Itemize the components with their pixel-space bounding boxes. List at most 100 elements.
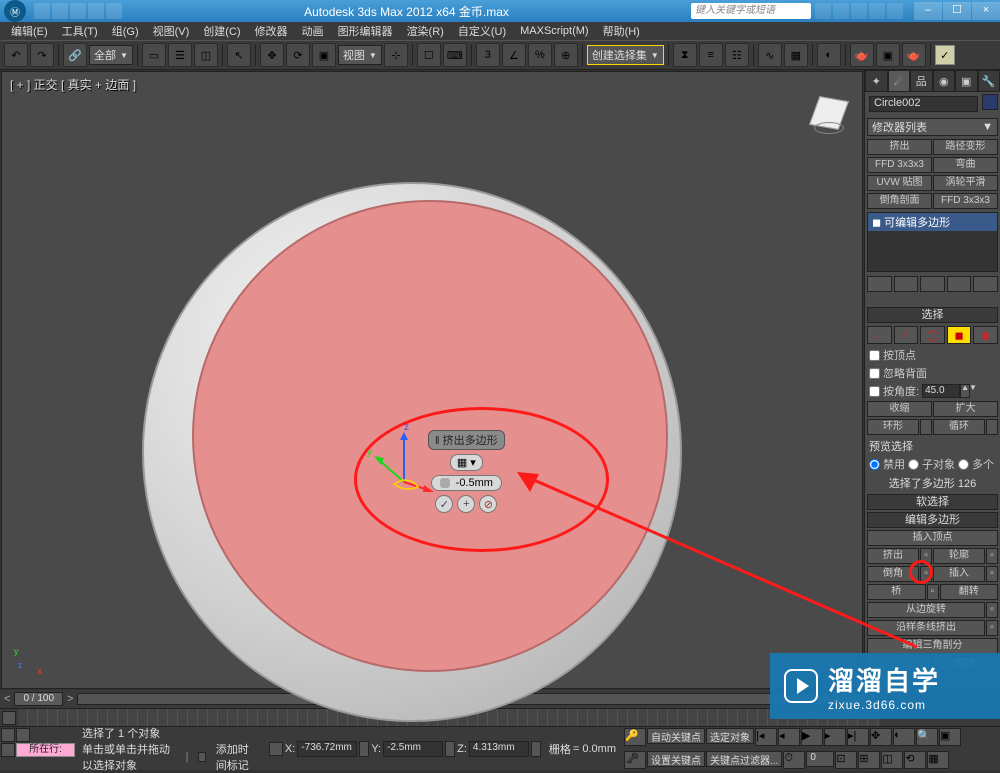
- modifier-stack[interactable]: ◼ 可编辑多边形: [867, 212, 998, 272]
- object-name-field[interactable]: Circle002: [869, 96, 978, 112]
- extrude-caddy[interactable]: ‖ 挤出多边形 ▦ ▾ -0.5mm ✓ + ⊘: [428, 430, 505, 513]
- maximize-button[interactable]: ☐: [943, 2, 971, 20]
- menu-graph[interactable]: 图形编辑器: [331, 23, 400, 39]
- flip-button[interactable]: 翻转: [940, 584, 999, 600]
- add-time-tag[interactable]: 添加时间标记: [216, 741, 259, 773]
- angle-snap[interactable]: ∠: [502, 43, 526, 67]
- nav-maxtoggle[interactable]: ▦: [927, 751, 949, 769]
- auto-key-button[interactable]: 自动关键点: [647, 728, 705, 744]
- infocenter-btn[interactable]: [815, 3, 831, 19]
- subobj-edge[interactable]: ⁄: [894, 326, 919, 344]
- hinge-button[interactable]: 从边旋转: [867, 602, 985, 618]
- render-setup[interactable]: 🫖: [850, 43, 874, 67]
- caddy-apply-button[interactable]: +: [457, 495, 475, 513]
- maxscript-mini[interactable]: [1, 728, 15, 742]
- align-button[interactable]: ≡: [699, 43, 723, 67]
- select-button[interactable]: ▭: [142, 43, 166, 67]
- z-field[interactable]: 4.313mm: [469, 741, 529, 757]
- goto-start[interactable]: |◂: [755, 728, 777, 746]
- modbtn-uvw[interactable]: UVW 贴图: [867, 175, 932, 191]
- modbtn-ffd2[interactable]: FFD 3x3x3: [933, 193, 998, 209]
- caddy-ok-button[interactable]: ✓: [435, 495, 453, 513]
- keyboard-button[interactable]: ⌨: [443, 43, 467, 67]
- edit-tri-button[interactable]: 编辑三角剖分: [867, 638, 998, 654]
- bevel-settings-button[interactable]: ▫: [920, 566, 932, 582]
- menu-maxscript[interactable]: MAXScript(M): [513, 25, 595, 37]
- menu-help[interactable]: 帮助(H): [596, 23, 647, 39]
- menu-create[interactable]: 创建(C): [196, 23, 247, 39]
- tab-create[interactable]: ✦: [865, 70, 888, 92]
- tab-modify[interactable]: ☄: [888, 70, 911, 92]
- modbtn-extrude[interactable]: 挤出: [867, 139, 932, 155]
- rollout-editpoly[interactable]: 编辑多边形: [867, 512, 998, 528]
- bridge-button[interactable]: 桥: [867, 584, 926, 600]
- qat-btn[interactable]: [88, 3, 104, 19]
- tab-motion[interactable]: ◉: [933, 70, 956, 92]
- menu-animation[interactable]: 动画: [295, 23, 331, 39]
- move-tool[interactable]: ✥: [260, 43, 284, 67]
- extspline-settings-button[interactable]: ▫: [986, 620, 998, 636]
- percent-snap[interactable]: %: [528, 43, 552, 67]
- menu-edit[interactable]: 编辑(E): [4, 23, 55, 39]
- help-search[interactable]: 键入关键字或短语: [691, 3, 811, 19]
- ref-coord-system[interactable]: 视图▼: [338, 45, 382, 65]
- modbtn-ffd[interactable]: FFD 3x3x3: [867, 157, 932, 173]
- set-key-button[interactable]: 设置关键点: [647, 751, 705, 767]
- scale-tool[interactable]: ▣: [312, 43, 336, 67]
- infocenter-btn[interactable]: [887, 3, 903, 19]
- outline-settings-button[interactable]: ▫: [986, 548, 998, 564]
- angle-spinner[interactable]: ▲▼: [960, 384, 970, 398]
- inset-settings-button[interactable]: ▫: [986, 566, 998, 582]
- object-color-swatch[interactable]: [982, 94, 998, 110]
- bevel-button[interactable]: 倒角: [867, 566, 919, 582]
- caddy-value-spinner[interactable]: -0.5mm: [431, 475, 502, 491]
- sel-mode[interactable]: 选定对象: [706, 728, 754, 744]
- nav-region[interactable]: ◫: [881, 751, 903, 769]
- listener-lock[interactable]: [1, 743, 15, 757]
- spinner-snap[interactable]: ⊕: [554, 43, 578, 67]
- x-field[interactable]: -736.72mm: [297, 741, 357, 757]
- selection-filter[interactable]: 全部▼: [89, 45, 133, 65]
- stack-remove[interactable]: [947, 276, 972, 292]
- stack-item-editable-poly[interactable]: ◼ 可编辑多边形: [868, 213, 997, 231]
- rad-multi[interactable]: [958, 459, 969, 470]
- menu-modifiers[interactable]: 修改器: [248, 23, 295, 39]
- outline-button[interactable]: 轮廓: [933, 548, 985, 564]
- snap-toggle[interactable]: 3: [476, 43, 500, 67]
- modifier-list-dropdown[interactable]: 修改器列表▼: [867, 118, 998, 136]
- nav-pan[interactable]: ✥: [870, 728, 892, 746]
- stack-config[interactable]: [973, 276, 998, 292]
- nav-zoom[interactable]: 🔍: [916, 728, 938, 746]
- grow-button[interactable]: 扩大: [933, 401, 998, 417]
- play-button[interactable]: ▶: [801, 728, 823, 746]
- render-button[interactable]: 🫖: [902, 43, 926, 67]
- infocenter-btn[interactable]: [833, 3, 849, 19]
- viewport[interactable]: [ + ] 正交 [ 真实 + 边面 ] z y ‖ 挤出多边形 ▦ ▾ -0.…: [1, 71, 863, 689]
- curve-editor[interactable]: ∿: [758, 43, 782, 67]
- angle-field[interactable]: 45.0: [922, 384, 960, 398]
- tab-display[interactable]: ▣: [955, 70, 978, 92]
- inset-button[interactable]: 插入: [933, 566, 985, 582]
- key-filters-button[interactable]: 关键点过滤器...: [706, 751, 782, 767]
- nav-zoomext[interactable]: ⊡: [835, 751, 857, 769]
- hinge-settings-button[interactable]: ▫: [986, 602, 998, 618]
- modbtn-bend[interactable]: 弯曲: [933, 157, 998, 173]
- abs-rel-toggle[interactable]: [269, 742, 283, 756]
- rotate-tool[interactable]: ⟳: [286, 43, 310, 67]
- subobj-vertex[interactable]: ∴: [867, 326, 892, 344]
- rad-subobj[interactable]: [908, 459, 919, 470]
- nav-walk[interactable]: ◐: [893, 728, 915, 746]
- caddy-cancel-button[interactable]: ⊘: [479, 495, 497, 513]
- close-button[interactable]: ×: [972, 2, 1000, 20]
- chk-by-angle[interactable]: [869, 386, 880, 397]
- infocenter-btn[interactable]: [869, 3, 885, 19]
- menu-views[interactable]: 视图(V): [146, 23, 197, 39]
- qat-btn[interactable]: [34, 3, 50, 19]
- key-mode-toggle[interactable]: 🔑: [624, 728, 646, 746]
- set-key-icon[interactable]: 🗝: [624, 751, 646, 769]
- x-spinner[interactable]: [359, 741, 369, 757]
- ring-button[interactable]: 环形: [867, 419, 919, 435]
- modbtn-pathdeform[interactable]: 路径变形: [933, 139, 998, 155]
- nav-orbit[interactable]: ⟲: [904, 751, 926, 769]
- minimize-button[interactable]: –: [914, 2, 942, 20]
